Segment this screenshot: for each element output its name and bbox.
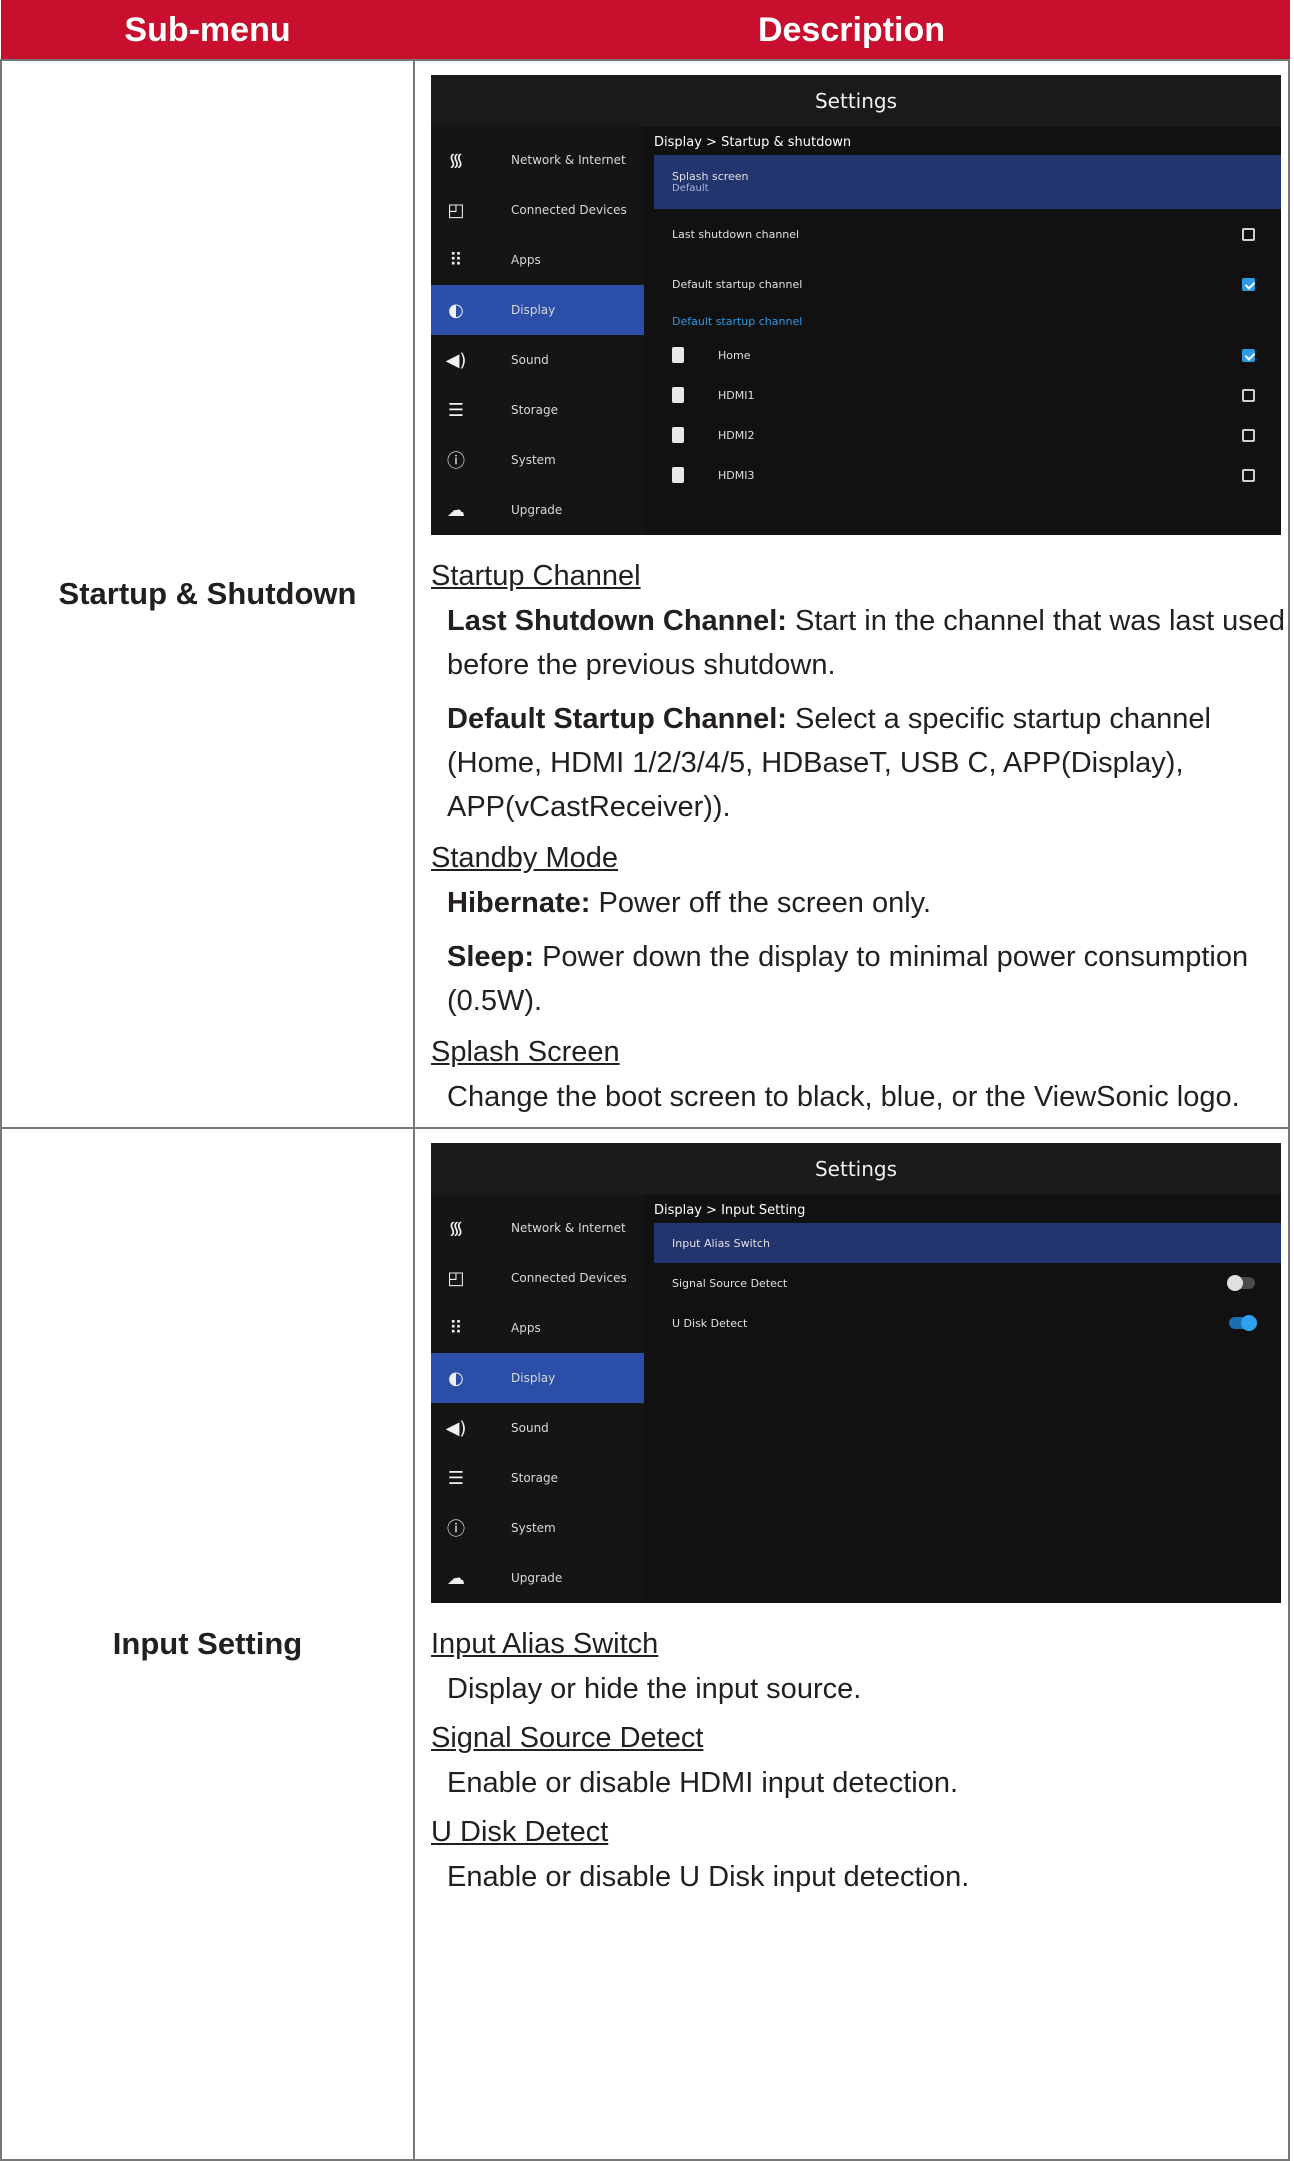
system-info-icon: ⓘ: [447, 1519, 465, 1540]
desc-hibernate: Hibernate: Power off the screen only.: [447, 887, 932, 919]
submenu-name: Startup & Shutdown: [0, 59, 415, 1129]
desc-input-alias-switch: Display or hide the input source.: [447, 1673, 862, 1705]
breadcrumb: Display > Input Setting: [654, 1203, 806, 1218]
sidebar-item-system[interactable]: ⓘ System: [431, 435, 644, 485]
sidebar-item-display[interactable]: ◐ Display: [431, 285, 644, 335]
desc-default-startup: Default Startup Channel: Select a specif…: [447, 703, 1211, 823]
settings-screenshot: Settings ᯾ Network & Internet ◰ Connected …: [431, 75, 1281, 535]
sidebar-item-display[interactable]: ◐ Display: [431, 1353, 644, 1403]
sound-icon: ◀): [445, 1417, 467, 1439]
heading-standby-mode: Standby Mode: [431, 842, 619, 874]
wifi-icon: ᯾: [448, 1218, 464, 1239]
default-startup-channel-option[interactable]: Default startup channel: [654, 259, 1281, 309]
sidebar-item-network[interactable]: ᯾ Network & Internet: [431, 1203, 644, 1253]
hdmi-port-icon: [672, 467, 684, 483]
header-description: Description: [413, 0, 1290, 61]
settings-title: Settings: [431, 75, 1281, 127]
hdmi3-checkbox[interactable]: [1242, 468, 1255, 482]
submenu-name: Input Setting: [0, 1127, 415, 2161]
sidebar-item-sound[interactable]: ◀) Sound: [431, 335, 644, 385]
signal-source-toggle[interactable]: [1227, 1275, 1255, 1291]
desc-splash-screen: Change the boot screen to black, blue, o…: [447, 1081, 1240, 1113]
description-cell: Settings ᯾ Network & Internet ◰ Connected …: [413, 1127, 1290, 2161]
desc-signal-source-detect: Enable or disable HDMI input detection.: [447, 1767, 959, 1799]
channel-home[interactable]: Home: [654, 335, 1281, 375]
input-alias-switch-item[interactable]: Input Alias Switch: [654, 1223, 1281, 1263]
heading-u-disk-detect: U Disk Detect: [431, 1816, 609, 1848]
sidebar-item-network[interactable]: ᯾ Network & Internet: [431, 135, 644, 185]
submenu-table: Sub-menu Description Startup & Shutdown …: [0, 0, 1290, 2161]
sidebar-item-storage[interactable]: ☰ Storage: [431, 385, 644, 435]
connected-devices-icon: ◰: [447, 1267, 465, 1289]
channel-hdmi1[interactable]: HDMI1: [654, 375, 1281, 415]
hdmi1-checkbox[interactable]: [1242, 388, 1255, 402]
description-cell: Settings ᯾ Network & Internet ◰ Connected …: [413, 59, 1290, 1129]
desc-u-disk-detect: Enable or disable U Disk input detection…: [447, 1861, 970, 1893]
settings-sidebar: ᯾ Network & Internet ◰ Connected Devices ⠿…: [431, 1195, 644, 1603]
wifi-icon: ᯾: [448, 150, 464, 171]
hdmi2-checkbox[interactable]: [1242, 428, 1255, 442]
heading-signal-source-detect: Signal Source Detect: [431, 1722, 704, 1754]
connected-devices-icon: ◰: [447, 199, 465, 221]
desc-sleep: Sleep: Power down the display to minimal…: [447, 941, 1249, 1017]
display-brightness-icon: ◐: [448, 1367, 464, 1389]
apps-grid-icon: ⠿: [449, 1317, 463, 1339]
storage-icon: ☰: [447, 1467, 465, 1489]
sidebar-item-system[interactable]: ⓘ System: [431, 1503, 644, 1553]
sidebar-item-connected-devices[interactable]: ◰ Connected Devices: [431, 185, 644, 235]
settings-main: Display > Startup & shutdown Splash scre…: [644, 127, 1281, 535]
header-submenu: Sub-menu: [0, 0, 415, 61]
channel-hdmi3[interactable]: HDMI3: [654, 455, 1281, 495]
sidebar-item-storage[interactable]: ☰ Storage: [431, 1453, 644, 1503]
breadcrumb: Display > Startup & shutdown: [654, 135, 852, 150]
system-info-icon: ⓘ: [447, 451, 465, 472]
sidebar-item-apps[interactable]: ⠿ Apps: [431, 235, 644, 285]
last-shutdown-channel-option[interactable]: Last shutdown channel: [654, 209, 1281, 259]
upgrade-cloud-icon: ☁: [447, 499, 465, 521]
upgrade-cloud-icon: ☁: [447, 1567, 465, 1589]
sidebar-item-apps[interactable]: ⠿ Apps: [431, 1303, 644, 1353]
hdmi-port-icon: [672, 387, 684, 403]
storage-icon: ☰: [447, 399, 465, 421]
sidebar-item-upgrade[interactable]: ☁ Upgrade: [431, 485, 644, 535]
sidebar-item-upgrade[interactable]: ☁ Upgrade: [431, 1553, 644, 1603]
settings-title: Settings: [431, 1143, 1281, 1195]
default-startup-checkbox[interactable]: [1242, 277, 1255, 291]
apps-grid-icon: ⠿: [449, 249, 463, 271]
desc-last-shutdown: Last Shutdown Channel: Start in the chan…: [447, 605, 1286, 681]
table-row: Input Setting Settings ᯾ Network & Intern…: [0, 1127, 1290, 2161]
home-checkbox[interactable]: [1242, 348, 1255, 362]
settings-main: Display > Input Setting Input Alias Swit…: [644, 1195, 1281, 1603]
u-disk-toggle[interactable]: [1229, 1315, 1257, 1331]
splash-screen-item[interactable]: Splash screen Default: [654, 155, 1281, 209]
u-disk-detect-option[interactable]: U Disk Detect: [654, 1303, 1281, 1343]
table-row: Startup & Shutdown Settings ᯾ Network & I…: [0, 59, 1290, 1129]
sidebar-item-connected-devices[interactable]: ◰ Connected Devices: [431, 1253, 644, 1303]
last-shutdown-checkbox[interactable]: [1242, 227, 1255, 241]
hdmi-port-icon: [672, 347, 684, 363]
heading-input-alias-switch: Input Alias Switch: [431, 1628, 659, 1660]
channel-hdmi2[interactable]: HDMI2: [654, 415, 1281, 455]
heading-splash-screen: Splash Screen: [431, 1036, 620, 1068]
settings-sidebar: ᯾ Network & Internet ◰ Connected Devices ⠿…: [431, 127, 644, 535]
sound-icon: ◀): [445, 349, 467, 371]
section-label: Default startup channel: [672, 315, 803, 328]
heading-startup-channel: Startup Channel: [431, 560, 641, 592]
sidebar-item-sound[interactable]: ◀) Sound: [431, 1403, 644, 1453]
hdmi-port-icon: [672, 427, 684, 443]
settings-screenshot: Settings ᯾ Network & Internet ◰ Connected …: [431, 1143, 1281, 1603]
signal-source-detect-option[interactable]: Signal Source Detect: [654, 1263, 1281, 1303]
display-brightness-icon: ◐: [448, 299, 464, 321]
